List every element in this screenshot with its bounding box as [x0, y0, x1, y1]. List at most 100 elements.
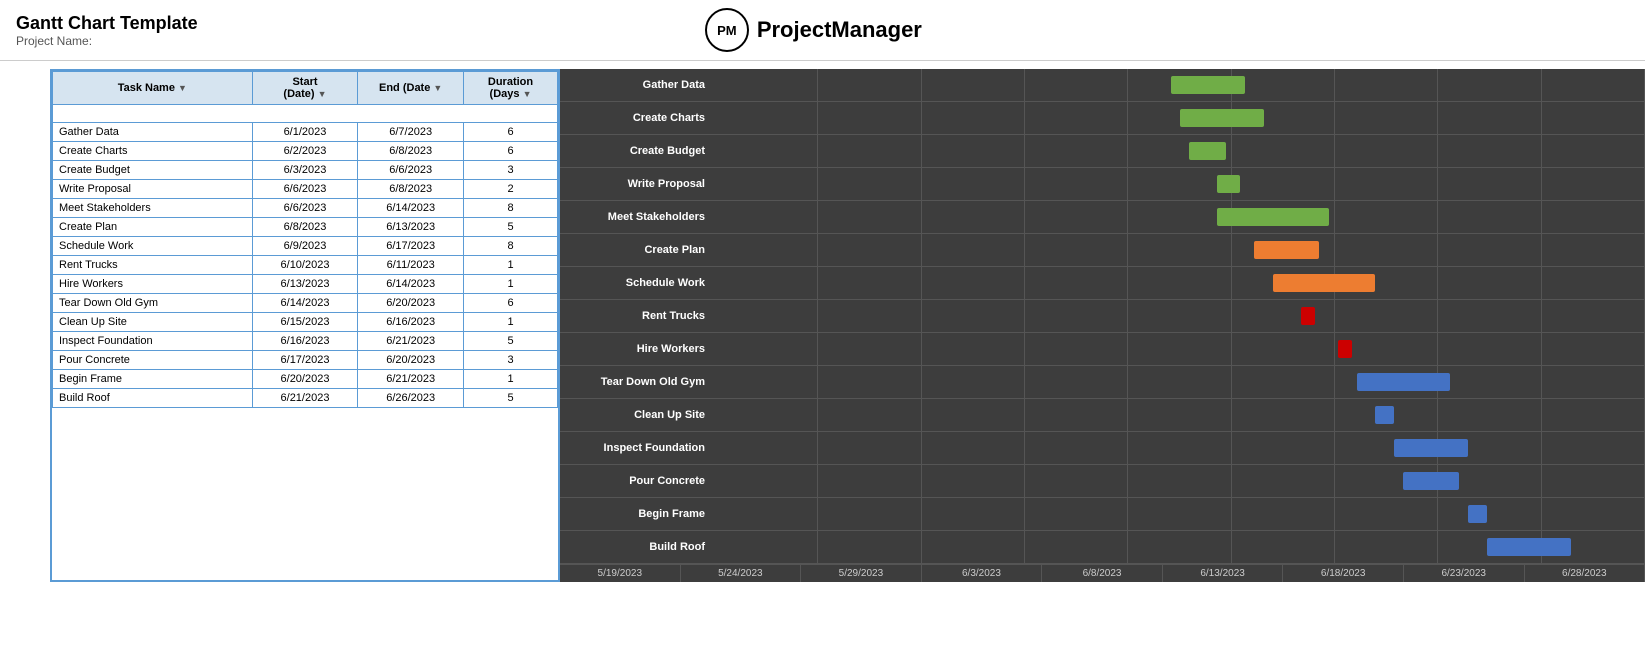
- gantt-date-label: 6/13/2023: [1163, 565, 1284, 582]
- gantt-vline: [922, 399, 1025, 431]
- page-header: Gantt Chart Template Project Name: PM Pr…: [0, 0, 1645, 61]
- col-end: End (Date ▼: [358, 72, 464, 105]
- gantt-bar: [1487, 538, 1571, 556]
- table-row: Build Roof 6/21/2023 6/26/2023 5: [53, 389, 558, 408]
- gantt-vline: [715, 300, 818, 332]
- table-row: Meet Stakeholders 6/6/2023 6/14/2023 8: [53, 199, 558, 218]
- end-filter-icon[interactable]: ▼: [433, 83, 442, 93]
- task-name-cell: Clean Up Site: [53, 313, 253, 332]
- end-cell: 6/20/2023: [358, 351, 464, 370]
- table-row: Rent Trucks 6/10/2023 6/11/2023 1: [53, 256, 558, 275]
- gantt-row: Write Proposal: [560, 168, 1645, 201]
- gantt-vline: [1232, 135, 1335, 167]
- gantt-grid-lines: [715, 168, 1645, 200]
- gantt-bar-area: [715, 234, 1645, 266]
- start-cell: 6/6/2023: [252, 180, 358, 199]
- task-name-cell: Pour Concrete: [53, 351, 253, 370]
- gantt-bar-area: [715, 366, 1645, 398]
- start-filter-icon[interactable]: ▼: [318, 89, 327, 99]
- task-name-cell: Create Plan: [53, 218, 253, 237]
- gantt-row-label: Rent Trucks: [560, 310, 715, 322]
- gantt-vline: [1542, 465, 1645, 497]
- gantt-vline: [715, 102, 818, 134]
- gantt-vline: [1542, 432, 1645, 464]
- table-row: Gather Data 6/1/2023 6/7/2023 6: [53, 123, 558, 142]
- gantt-bar: [1254, 241, 1319, 259]
- col-duration: Duration(Days ▼: [464, 72, 558, 105]
- gantt-vline: [1542, 333, 1645, 365]
- gantt-row-label: Build Roof: [560, 541, 715, 553]
- gantt-row: Hire Workers: [560, 333, 1645, 366]
- dur-cell: 2: [464, 180, 558, 199]
- gantt-date-label: 6/18/2023: [1283, 565, 1404, 582]
- gantt-vline: [1232, 366, 1335, 398]
- gantt-vline: [1438, 135, 1541, 167]
- task-name-cell: Create Budget: [53, 161, 253, 180]
- table-row: Begin Frame 6/20/2023 6/21/2023 1: [53, 370, 558, 389]
- gantt-row: Schedule Work: [560, 267, 1645, 300]
- table-row: Pour Concrete 6/17/2023 6/20/2023 3: [53, 351, 558, 370]
- gantt-vline: [922, 135, 1025, 167]
- gantt-vline: [1335, 531, 1438, 563]
- gantt-vline: [1335, 168, 1438, 200]
- gantt-row-label: Create Charts: [560, 112, 715, 124]
- gantt-vline: [1542, 267, 1645, 299]
- gantt-vline: [1542, 366, 1645, 398]
- gantt-vline: [1438, 300, 1541, 332]
- gantt-row-label: Schedule Work: [560, 277, 715, 289]
- pm-name: ProjectManager: [757, 17, 922, 43]
- gantt-bar: [1338, 340, 1352, 358]
- gantt-vline: [715, 267, 818, 299]
- start-cell: 6/17/2023: [252, 351, 358, 370]
- gantt-bar: [1217, 175, 1240, 193]
- gantt-vline: [715, 234, 818, 266]
- gantt-date-label: 6/8/2023: [1042, 565, 1163, 582]
- dur-cell: 3: [464, 351, 558, 370]
- gantt-bar: [1189, 142, 1226, 160]
- gantt-bar: [1468, 505, 1487, 523]
- dur-cell: 5: [464, 389, 558, 408]
- gantt-vline: [1025, 465, 1128, 497]
- pm-logo: PM: [705, 8, 749, 52]
- gantt-grid-lines: [715, 135, 1645, 167]
- task-name-cell: Schedule Work: [53, 237, 253, 256]
- gantt-bar-area: [715, 267, 1645, 299]
- gantt-vline: [715, 201, 818, 233]
- gantt-date-label: 5/29/2023: [801, 565, 922, 582]
- gantt-vline: [1025, 201, 1128, 233]
- gantt-grid-lines: [715, 465, 1645, 497]
- gantt-vline: [1438, 333, 1541, 365]
- gantt-bar: [1375, 406, 1394, 424]
- gantt-row: Pour Concrete: [560, 465, 1645, 498]
- table-row: Create Budget 6/3/2023 6/6/2023 3: [53, 161, 558, 180]
- gantt-vline: [1025, 300, 1128, 332]
- col-task-name: Task Name ▼: [53, 72, 253, 105]
- gantt-vline: [922, 168, 1025, 200]
- gantt-bar: [1301, 307, 1315, 325]
- task-name-filter-icon[interactable]: ▼: [178, 83, 187, 93]
- gantt-row: Meet Stakeholders: [560, 201, 1645, 234]
- gantt-vline: [1025, 531, 1128, 563]
- gantt-vline: [818, 69, 921, 101]
- gantt-date-label: 6/23/2023: [1404, 565, 1525, 582]
- gantt-vline: [1025, 234, 1128, 266]
- gantt-vline: [818, 531, 921, 563]
- gantt-bar-area: [715, 531, 1645, 563]
- gantt-row: Begin Frame: [560, 498, 1645, 531]
- end-cell: 6/11/2023: [358, 256, 464, 275]
- gantt-vline: [1128, 366, 1231, 398]
- end-cell: 6/14/2023: [358, 199, 464, 218]
- gantt-bar: [1357, 373, 1450, 391]
- gantt-row: Tear Down Old Gym: [560, 366, 1645, 399]
- gantt-vline: [818, 399, 921, 431]
- gantt-vline: [1025, 399, 1128, 431]
- dur-filter-icon[interactable]: ▼: [523, 89, 532, 99]
- table-row: Hire Workers 6/13/2023 6/14/2023 1: [53, 275, 558, 294]
- dur-cell: 1: [464, 370, 558, 389]
- start-cell: 6/3/2023: [252, 161, 358, 180]
- header-left: Gantt Chart Template Project Name:: [16, 13, 198, 48]
- gantt-vline: [1438, 69, 1541, 101]
- gantt-bar-area: [715, 300, 1645, 332]
- gantt-row: Gather Data: [560, 69, 1645, 102]
- gantt-bar-area: [715, 498, 1645, 530]
